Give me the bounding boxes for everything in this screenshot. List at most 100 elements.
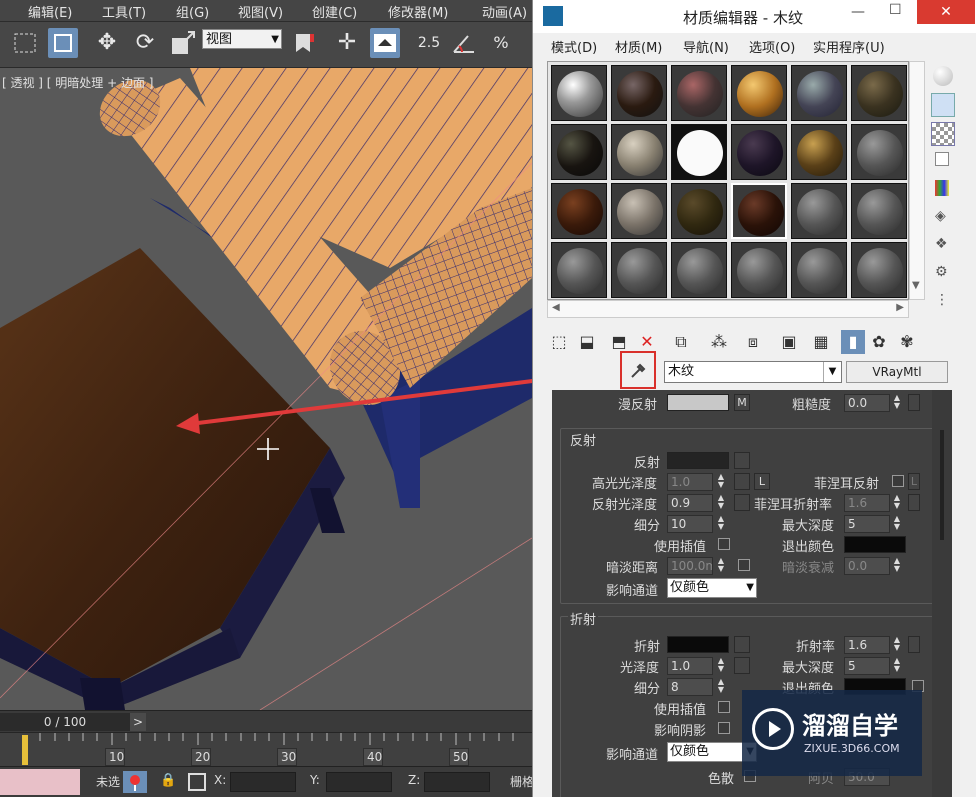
- sample-slot[interactable]: [731, 124, 787, 180]
- slots-vscroll[interactable]: ▼: [909, 61, 925, 300]
- show-map-icon[interactable]: ▦: [809, 330, 833, 354]
- menu-group[interactable]: 组(G): [176, 2, 209, 21]
- sample-slot[interactable]: [551, 183, 607, 239]
- show-end-result-icon[interactable]: ▮: [841, 330, 865, 354]
- refract-swatch[interactable]: [667, 636, 729, 653]
- menu-edit[interactable]: 编辑(E): [28, 2, 72, 21]
- backlight-icon[interactable]: [931, 93, 955, 117]
- rotate-icon[interactable]: ⟳: [130, 28, 160, 58]
- maxscript-listener[interactable]: [0, 769, 80, 795]
- scroll-thumb[interactable]: [940, 430, 944, 540]
- sample-slot[interactable]: [611, 124, 667, 180]
- fresnel-ior-input[interactable]: 1.6: [844, 494, 890, 512]
- menu-options[interactable]: 选项(O): [749, 37, 795, 56]
- maximize-icon[interactable]: ☐: [889, 2, 902, 18]
- hilight-gloss-input[interactable]: 1.0: [667, 473, 713, 491]
- fresnel-checkbox[interactable]: [892, 475, 904, 487]
- params-scrollbar[interactable]: [932, 390, 952, 797]
- slots-hscroll[interactable]: ◀ ▶: [547, 300, 909, 318]
- select-manipulate-icon[interactable]: ✛: [332, 28, 362, 58]
- subdivs-input[interactable]: 10: [667, 515, 713, 533]
- sample-slot[interactable]: [731, 65, 787, 121]
- material-type-button[interactable]: VRayMtl: [846, 361, 948, 383]
- gloss-input[interactable]: 1.0: [667, 657, 713, 675]
- gloss-map-button[interactable]: [734, 657, 750, 674]
- fresnel-ior-map-button[interactable]: [908, 494, 920, 511]
- snap-toggle-icon[interactable]: 2.5: [414, 28, 444, 58]
- sample-slot-active[interactable]: [731, 183, 787, 239]
- background-checker-icon[interactable]: [931, 122, 955, 146]
- chevron-down-icon[interactable]: ▼: [912, 280, 920, 291]
- keyboard-shortcut-icon[interactable]: [370, 28, 400, 58]
- dim-distance-checkbox[interactable]: [738, 559, 750, 571]
- sample-slot[interactable]: [851, 183, 907, 239]
- pivot-icon[interactable]: [288, 28, 318, 58]
- hilight-lock-button[interactable]: L: [754, 473, 770, 490]
- sample-slot[interactable]: [671, 124, 727, 180]
- track-bar[interactable]: 10 20 30 40 50: [0, 732, 532, 766]
- sample-slot[interactable]: [731, 242, 787, 298]
- sample-slot[interactable]: [611, 242, 667, 298]
- go-forward-sibling-icon[interactable]: ✾: [895, 330, 919, 354]
- material-name-field[interactable]: 木纹 ▼: [664, 361, 842, 383]
- options-icon[interactable]: ❖: [935, 236, 948, 252]
- menu-view[interactable]: 视图(V): [238, 2, 283, 21]
- chevron-down-icon[interactable]: ▼: [823, 362, 841, 382]
- next-frame-button[interactable]: >: [130, 713, 146, 731]
- close-icon[interactable]: ✕: [917, 0, 975, 24]
- sample-slot[interactable]: [851, 65, 907, 121]
- fresnel-ior-spinner[interactable]: ▲ ▼: [892, 494, 902, 512]
- material-id-icon[interactable]: ▣: [777, 330, 801, 354]
- refr-max-depth-spinner[interactable]: ▲ ▼: [892, 657, 902, 675]
- fresnel-lock-button[interactable]: L: [908, 473, 920, 490]
- refr-max-depth-input[interactable]: 5: [844, 657, 890, 675]
- ior-input[interactable]: 1.6: [844, 636, 890, 654]
- gloss-spinner[interactable]: ▲ ▼: [716, 657, 726, 675]
- absolute-mode-icon[interactable]: [188, 773, 206, 791]
- subdivs-spinner[interactable]: ▲ ▼: [716, 515, 726, 533]
- z-coord-field[interactable]: [424, 772, 490, 792]
- use-interp-checkbox[interactable]: [718, 538, 730, 550]
- affect-shadows-checkbox[interactable]: [718, 722, 730, 734]
- dim-distance-input[interactable]: 100.0m: [667, 557, 713, 575]
- menu-navigation[interactable]: 导航(N): [683, 37, 729, 56]
- material-navigator-icon[interactable]: ⋮: [935, 292, 949, 308]
- make-unique-icon[interactable]: ⁂: [707, 330, 731, 354]
- sample-slot[interactable]: [851, 242, 907, 298]
- reflect-swatch[interactable]: [667, 452, 729, 469]
- go-to-parent-icon[interactable]: ✿: [867, 330, 891, 354]
- window-crossing-icon[interactable]: [48, 28, 78, 58]
- sample-slot[interactable]: [611, 183, 667, 239]
- chevron-left-icon[interactable]: ◀: [552, 302, 560, 313]
- uv-tiling-icon[interactable]: [935, 152, 949, 166]
- menu-modifiers[interactable]: 修改器(M): [388, 2, 448, 21]
- sample-slot[interactable]: [671, 242, 727, 298]
- x-coord-field[interactable]: [230, 772, 296, 792]
- put-to-scene-icon[interactable]: ⬓: [575, 330, 599, 354]
- hilight-gloss-map-button[interactable]: [734, 473, 750, 490]
- ior-map-button[interactable]: [908, 636, 920, 653]
- make-preview-icon[interactable]: ◈: [935, 208, 946, 224]
- sample-slot[interactable]: [791, 124, 847, 180]
- sample-slot[interactable]: [611, 65, 667, 121]
- menu-animation[interactable]: 动画(A): [482, 2, 527, 21]
- menu-material[interactable]: 材质(M): [615, 37, 662, 56]
- dim-falloff-input[interactable]: 0.0: [844, 557, 890, 575]
- time-slider[interactable]: 0 / 100 >: [0, 710, 532, 732]
- reference-coord-select[interactable]: 视图 ▼: [202, 29, 282, 49]
- minimize-icon[interactable]: —: [851, 4, 865, 20]
- refract-map-button[interactable]: [734, 636, 750, 653]
- hilight-gloss-spinner[interactable]: ▲ ▼: [716, 473, 726, 491]
- move-icon[interactable]: ✥: [92, 28, 122, 58]
- refl-gloss-spinner[interactable]: ▲ ▼: [716, 494, 726, 512]
- sample-slot[interactable]: [551, 242, 607, 298]
- eyedropper-icon[interactable]: [628, 360, 648, 380]
- ior-spinner[interactable]: ▲ ▼: [892, 636, 902, 654]
- isolate-icon[interactable]: [123, 771, 147, 793]
- exit-color-swatch[interactable]: [844, 536, 906, 553]
- frame-counter[interactable]: 0 / 100: [0, 713, 130, 731]
- refr-use-interp-checkbox[interactable]: [718, 701, 730, 713]
- select-by-material-icon[interactable]: ⚙: [935, 264, 948, 280]
- lock-icon[interactable]: 🔒: [160, 773, 176, 788]
- viewport-label[interactable]: [ 透视 ] [ 明暗处理 + 边面 ]: [2, 74, 153, 91]
